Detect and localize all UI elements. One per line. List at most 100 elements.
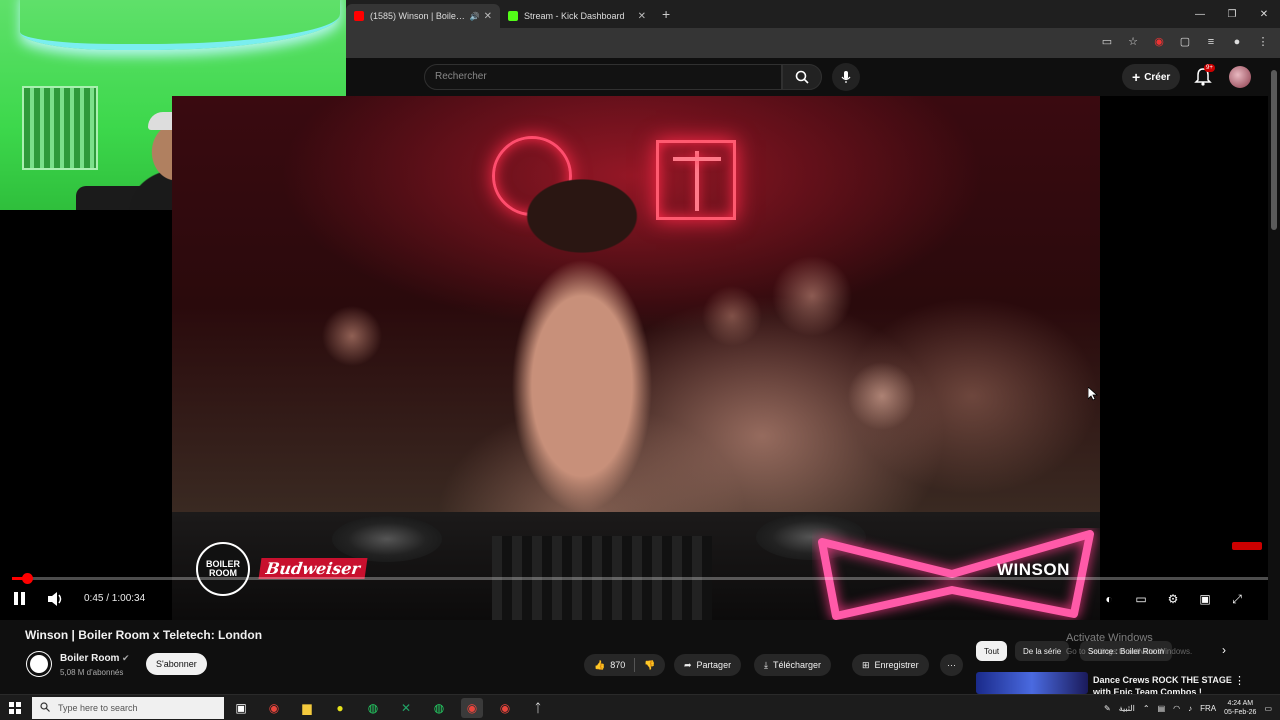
recommended-thumbnail[interactable] xyxy=(976,672,1088,694)
cast-icon[interactable]: ▭ xyxy=(1100,35,1114,49)
task-view-icon[interactable]: ▣ xyxy=(230,698,252,718)
window-controls: — ❐ ✕ xyxy=(1184,0,1280,28)
media-control-icon[interactable]: ≡ xyxy=(1204,35,1218,49)
tray-chevron-icon[interactable]: ⌃ xyxy=(1143,704,1150,713)
youtube-favicon-icon xyxy=(354,11,364,21)
search-icon xyxy=(795,70,809,84)
tray-text: الثبية xyxy=(1118,703,1135,713)
chips-next-chevron-icon[interactable]: › xyxy=(1222,643,1226,657)
more-actions-button[interactable]: ··· xyxy=(940,654,963,676)
progress-bar[interactable] xyxy=(12,573,1268,584)
time-display: 0:45 / 1:00:34 xyxy=(84,593,146,604)
download-label: Télécharger xyxy=(772,660,822,670)
download-button[interactable]: ⤓ Télécharger xyxy=(754,654,832,676)
windows-start-icon[interactable] xyxy=(9,702,21,714)
chrome-active-icon[interactable]: ◉ xyxy=(461,698,483,718)
live-indicator xyxy=(1232,542,1262,550)
account-avatar[interactable] xyxy=(1229,66,1251,88)
microphone-icon xyxy=(841,71,851,83)
notifications-icon[interactable]: ▭ xyxy=(1264,704,1272,713)
whatsapp-icon[interactable]: ◍ xyxy=(362,698,384,718)
share-label: Partager xyxy=(696,660,732,670)
chrome-profile-icon[interactable]: ◉ xyxy=(494,698,516,718)
toolbar-icons: ▭ ☆ ◉ ▢ ≡ ● ⋮ xyxy=(1100,35,1270,49)
chrome-icon[interactable]: ◉ xyxy=(263,698,285,718)
thumbs-up-icon[interactable]: 👍 xyxy=(594,660,605,671)
player-letterbox-left xyxy=(0,210,172,620)
language-indicator[interactable]: FRA xyxy=(1200,704,1216,713)
autoplay-toggle-icon[interactable]: ◐ xyxy=(1100,590,1118,608)
maximize-button[interactable]: ❐ xyxy=(1216,9,1248,20)
clipboard-icon[interactable]: ▢ xyxy=(1178,35,1192,49)
dj-figure xyxy=(472,156,692,536)
close-tab-icon[interactable]: ✕ xyxy=(638,11,646,22)
plus-icon: + xyxy=(1132,69,1141,85)
thumbs-down-icon[interactable]: 👎 xyxy=(644,660,655,671)
player-right-controls: ◐ ▭ ⚙ ▣ ⤢ xyxy=(1100,590,1246,608)
recommended-menu-icon[interactable]: ⋮ xyxy=(1234,674,1245,687)
chip-all[interactable]: Tout xyxy=(976,641,1008,661)
taskbar-clock[interactable]: 4:24 AM 05-Feb-26 xyxy=(1224,699,1256,717)
youtube-header: Rechercher + Créer 9+ xyxy=(346,58,1280,96)
screen: (1585) Winson | Boiler Room x Teletech: … xyxy=(0,0,1280,720)
system-tray: ✎ الثبية ⌃ ▤ ◠ ♪ FRA 4:24 AM 05-Feb-26 ▭ xyxy=(1104,695,1272,720)
search-input[interactable]: Rechercher xyxy=(424,64,782,90)
like-count[interactable]: 870 xyxy=(610,660,625,670)
search-button[interactable] xyxy=(782,64,822,90)
minimize-button[interactable]: — xyxy=(1184,9,1216,20)
scrollbar-thumb[interactable] xyxy=(1271,70,1277,230)
like-dislike-group: 👍 870 👎 xyxy=(584,654,666,676)
save-icon: ⊞ xyxy=(862,659,870,670)
volume-icon[interactable] xyxy=(47,591,65,607)
share-button[interactable]: ➦ Partager xyxy=(674,654,742,676)
video-player[interactable]: BOILER ROOM Budweiser WINSON xyxy=(172,96,1100,620)
save-button[interactable]: ⊞ Enregistrer xyxy=(852,654,929,676)
menu-dots-icon[interactable]: ⋮ xyxy=(1256,35,1270,49)
network-icon[interactable]: ▤ xyxy=(1158,704,1166,713)
subtitles-icon[interactable]: ▭ xyxy=(1132,590,1150,608)
download-icon: ⤓ xyxy=(764,659,768,670)
taskbar-search-input[interactable]: Type here to search xyxy=(32,697,224,719)
close-window-button[interactable]: ✕ xyxy=(1248,9,1280,20)
volume-tray-icon[interactable]: ♪ xyxy=(1188,704,1192,713)
excel-icon[interactable]: ✕ xyxy=(395,698,417,718)
subscribe-button[interactable]: S'abonner xyxy=(146,653,207,675)
clock-date: 05-Feb-26 xyxy=(1224,709,1257,716)
kick-favicon-icon xyxy=(508,11,518,21)
progress-scrubber[interactable] xyxy=(22,573,34,584)
video-info: Winson | Boiler Room x Teletech: London … xyxy=(0,620,1268,697)
boiler-room-logo: BOILER ROOM xyxy=(196,542,250,596)
mouse-cursor-icon xyxy=(1088,387,1098,401)
whatsapp-business-icon[interactable]: ◍ xyxy=(428,698,450,718)
notification-badge: 9+ xyxy=(1204,64,1215,72)
channel-avatar[interactable] xyxy=(27,652,51,676)
sticky-app-icon[interactable]: ● xyxy=(329,698,351,718)
tab-youtube[interactable]: (1585) Winson | Boiler Room x Teletech: … xyxy=(346,4,500,28)
fullscreen-icon[interactable]: ⤢ xyxy=(1228,590,1246,608)
voice-search-button[interactable] xyxy=(832,63,860,91)
close-tab-icon[interactable]: ✕ xyxy=(484,11,492,22)
channel-name[interactable]: Boiler Room xyxy=(60,653,119,664)
pen-icon[interactable]: ✎ xyxy=(1104,704,1111,713)
miniplayer-icon[interactable]: ▣ xyxy=(1196,590,1214,608)
activate-windows-subtext: Go to Settings to activate Windows. xyxy=(1066,647,1193,656)
create-button[interactable]: + Créer xyxy=(1122,64,1181,90)
browser-tab-bar: (1585) Winson | Boiler Room x Teletech: … xyxy=(346,0,1280,28)
turntable-left xyxy=(332,516,442,562)
capcut-icon[interactable]: ᛏ xyxy=(527,698,549,718)
address-bar[interactable]: ▭ ☆ ◉ ▢ ≡ ● ⋮ xyxy=(346,28,1280,58)
create-label: Créer xyxy=(1144,71,1171,83)
speaker-icon[interactable]: 🔊 xyxy=(470,12,480,21)
bookmark-star-icon[interactable]: ☆ xyxy=(1126,35,1140,49)
settings-gear-icon[interactable]: ⚙ xyxy=(1164,590,1182,608)
pause-button[interactable] xyxy=(14,592,28,606)
clock-time: 4:24 AM xyxy=(1227,700,1254,707)
new-tab-button[interactable]: + xyxy=(662,6,670,22)
share-icon: ➦ xyxy=(684,659,692,670)
extension-icon[interactable]: ◉ xyxy=(1152,35,1166,49)
file-explorer-icon[interactable]: ▆ xyxy=(296,698,318,718)
tab-kick-dashboard[interactable]: Stream - Kick Dashboard ✕ xyxy=(500,4,654,28)
chip-series[interactable]: De la série xyxy=(1015,641,1070,661)
wifi-icon[interactable]: ◠ xyxy=(1173,704,1180,713)
profile-icon[interactable]: ● xyxy=(1230,35,1244,49)
